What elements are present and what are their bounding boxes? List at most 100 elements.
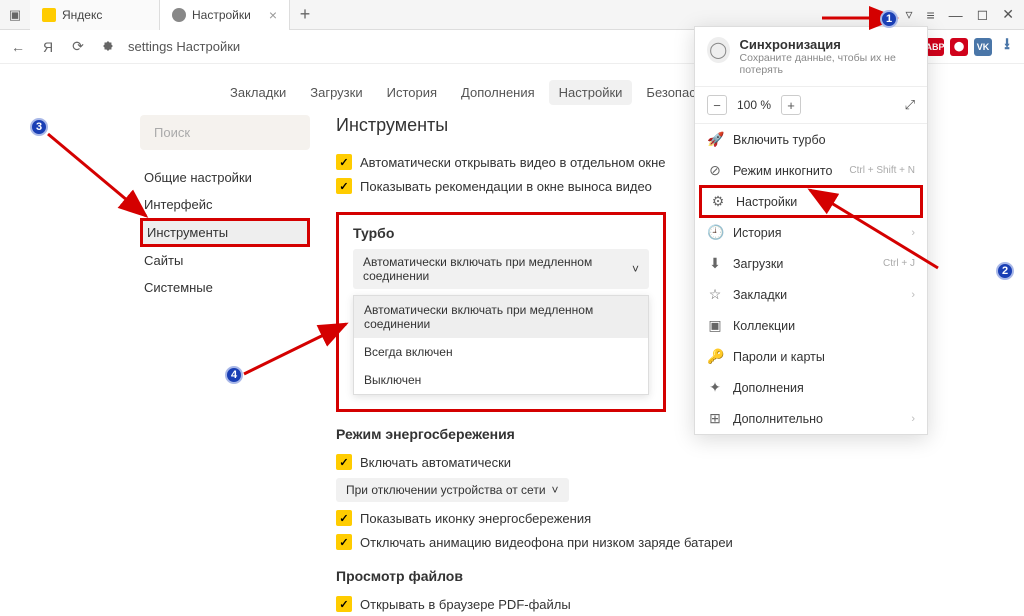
settings-sidebar: Поиск Общие настройки Интерфейс Инструме…: [140, 115, 310, 616]
shield-icon: 🟐: [98, 36, 118, 57]
check-pdf[interactable]: ✓ Открывать в браузере PDF-файлы: [336, 592, 1024, 616]
sidebar-item-interface[interactable]: Интерфейс: [140, 191, 310, 218]
maximize-icon[interactable]: ◻: [977, 6, 989, 23]
menu-item-7[interactable]: 🔑 Пароли и карты: [695, 341, 927, 372]
sidebar-item-general[interactable]: Общие настройки: [140, 164, 310, 191]
sync-subtitle: Сохраните данные, чтобы их не потерять: [740, 52, 915, 76]
power-dropdown[interactable]: При отключении устройства от сети ˅: [336, 478, 569, 502]
sidebar-toggle-icon[interactable]: ▣: [0, 7, 30, 23]
annotation-badge-2: 2: [996, 262, 1014, 280]
menu-icon: ⚙: [710, 193, 726, 210]
check-label: Показывать иконку энергосбережения: [360, 511, 591, 526]
bookmark-icon[interactable]: ▿: [905, 6, 912, 23]
chevron-down-icon: ˅: [632, 262, 639, 276]
zoom-value: 100 %: [733, 98, 775, 112]
nav-bookmarks[interactable]: Закладки: [220, 80, 296, 105]
checkbox-icon: ✓: [336, 510, 352, 526]
menu-item-6[interactable]: ▣Коллекции: [695, 310, 927, 341]
nav-settings[interactable]: Настройки: [549, 80, 633, 105]
menu-icon: ✦: [707, 379, 723, 396]
zoom-out-button[interactable]: −: [707, 95, 727, 115]
turbo-title: Турбо: [353, 225, 649, 241]
search-input[interactable]: Поиск: [140, 115, 310, 150]
checkbox-icon: ✓: [336, 534, 352, 550]
abp-icon[interactable]: ABP: [926, 38, 944, 56]
checkbox-icon: ✓: [336, 454, 352, 470]
menu-item-5[interactable]: ☆Закладки›: [695, 279, 927, 310]
sidebar-item-tools[interactable]: Инструменты: [140, 218, 310, 247]
fullscreen-icon[interactable]: ⤢: [905, 97, 915, 113]
menu-icon: 🔑: [707, 348, 723, 365]
ya-logo-icon[interactable]: Я: [38, 39, 58, 55]
turbo-dropdown[interactable]: Автоматически включать при медленном сое…: [353, 249, 649, 289]
check-label: Включать автоматически: [360, 455, 511, 470]
chevron-right-icon: ›: [911, 227, 915, 239]
reload-icon[interactable]: ⟳: [68, 38, 88, 55]
checkbox-icon: ✓: [336, 596, 352, 612]
menu-icon: ▣: [707, 317, 723, 334]
favicon-settings: [172, 8, 186, 22]
menu-item-2[interactable]: ⚙ Настройки: [699, 185, 923, 218]
new-tab-button[interactable]: +: [290, 4, 320, 25]
dropdown-value: При отключении устройства от сети: [346, 483, 546, 497]
turbo-opt-off[interactable]: Выключен: [354, 366, 648, 394]
tab-label: Настройки: [192, 8, 263, 22]
menu-item-9[interactable]: ⊞Дополнительно›: [695, 403, 927, 434]
menu-icon: ⬇: [707, 255, 723, 272]
menu-icon: 🕘: [707, 224, 723, 241]
chevron-right-icon: ›: [911, 413, 915, 425]
menu-icon: ☆: [707, 286, 723, 303]
vk-icon[interactable]: VK: [974, 38, 992, 56]
menu-label: Включить турбо: [733, 133, 826, 147]
turbo-section: Турбо Автоматически включать при медленн…: [336, 212, 666, 412]
tab-settings[interactable]: Настройки ×: [160, 0, 290, 30]
menu-item-3[interactable]: 🕘 История ›: [695, 217, 927, 248]
avatar-icon: ◯: [707, 37, 730, 63]
minimize-icon[interactable]: —: [949, 7, 963, 23]
sidebar-item-sites[interactable]: Сайты: [140, 247, 310, 274]
sync-box[interactable]: ◯ Синхронизация Сохраните данные, чтобы …: [695, 27, 927, 87]
annotation-badge-4: 4: [225, 366, 243, 384]
ext-icon[interactable]: ⬤: [950, 38, 968, 56]
menu-item-1[interactable]: ⊘Режим инкогнитоCtrl + Shift + N: [695, 155, 927, 186]
check-power-auto[interactable]: ✓ Включать автоматически: [336, 450, 1024, 474]
close-window-icon[interactable]: ✕: [1002, 6, 1014, 23]
check-label: Отключать анимацию видеофона при низком …: [360, 535, 733, 550]
menu-label: Пароли и карты: [733, 350, 825, 364]
menu-item-4[interactable]: ⬇ЗагрузкиCtrl + J: [695, 248, 927, 279]
zoom-in-button[interactable]: +: [781, 95, 801, 115]
annotation-badge-3: 3: [30, 118, 48, 136]
nav-history[interactable]: История: [377, 80, 447, 105]
menu-hint: Ctrl + Shift + N: [849, 165, 915, 176]
nav-downloads[interactable]: Загрузки: [300, 80, 372, 105]
menu-icon: 🚀: [707, 131, 723, 148]
zoom-row: − 100 % + ⤢: [695, 87, 927, 124]
dropdown-value: Автоматически включать при медленном сое…: [363, 255, 632, 283]
sidebar-item-system[interactable]: Системные: [140, 274, 310, 301]
chevron-down-icon: ˅: [552, 483, 559, 497]
menu-item-8[interactable]: ✦ Дополнения: [695, 372, 927, 403]
sync-title: Синхронизация: [740, 37, 915, 52]
turbo-dropdown-options: Автоматически включать при медленном сое…: [353, 295, 649, 395]
back-icon[interactable]: ←: [8, 39, 28, 55]
extension-icons: ABP ⬤ VK ⭳: [926, 38, 1016, 56]
check-power-icon[interactable]: ✓ Показывать иконку энергосбережения: [336, 506, 1024, 530]
annotation-badge-1: 1: [880, 10, 898, 28]
menu-label: Настройки: [736, 195, 797, 209]
files-title: Просмотр файлов: [336, 568, 1024, 584]
tab-yandex[interactable]: Яндекс: [30, 0, 160, 30]
turbo-opt-auto[interactable]: Автоматически включать при медленном сое…: [354, 296, 648, 338]
check-label: Показывать рекомендации в окне выноса ви…: [360, 179, 652, 194]
menu-label: Дополнения: [733, 381, 804, 395]
window-controls: ▿ ≡ — ◻ ✕: [895, 6, 1024, 23]
hamburger-icon[interactable]: ≡: [926, 7, 934, 23]
close-icon[interactable]: ×: [269, 7, 277, 23]
turbo-opt-on[interactable]: Всегда включен: [354, 338, 648, 366]
downloads-icon[interactable]: ⭳: [998, 38, 1016, 56]
nav-extensions[interactable]: Дополнения: [451, 80, 545, 105]
check-power-anim[interactable]: ✓ Отключать анимацию видеофона при низко…: [336, 530, 1024, 554]
menu-item-0[interactable]: 🚀 Включить турбо: [695, 124, 927, 155]
menu-label: История: [733, 226, 781, 240]
check-label: Открывать в браузере PDF-файлы: [360, 597, 571, 612]
menu-label: Режим инкогнито: [733, 164, 832, 178]
